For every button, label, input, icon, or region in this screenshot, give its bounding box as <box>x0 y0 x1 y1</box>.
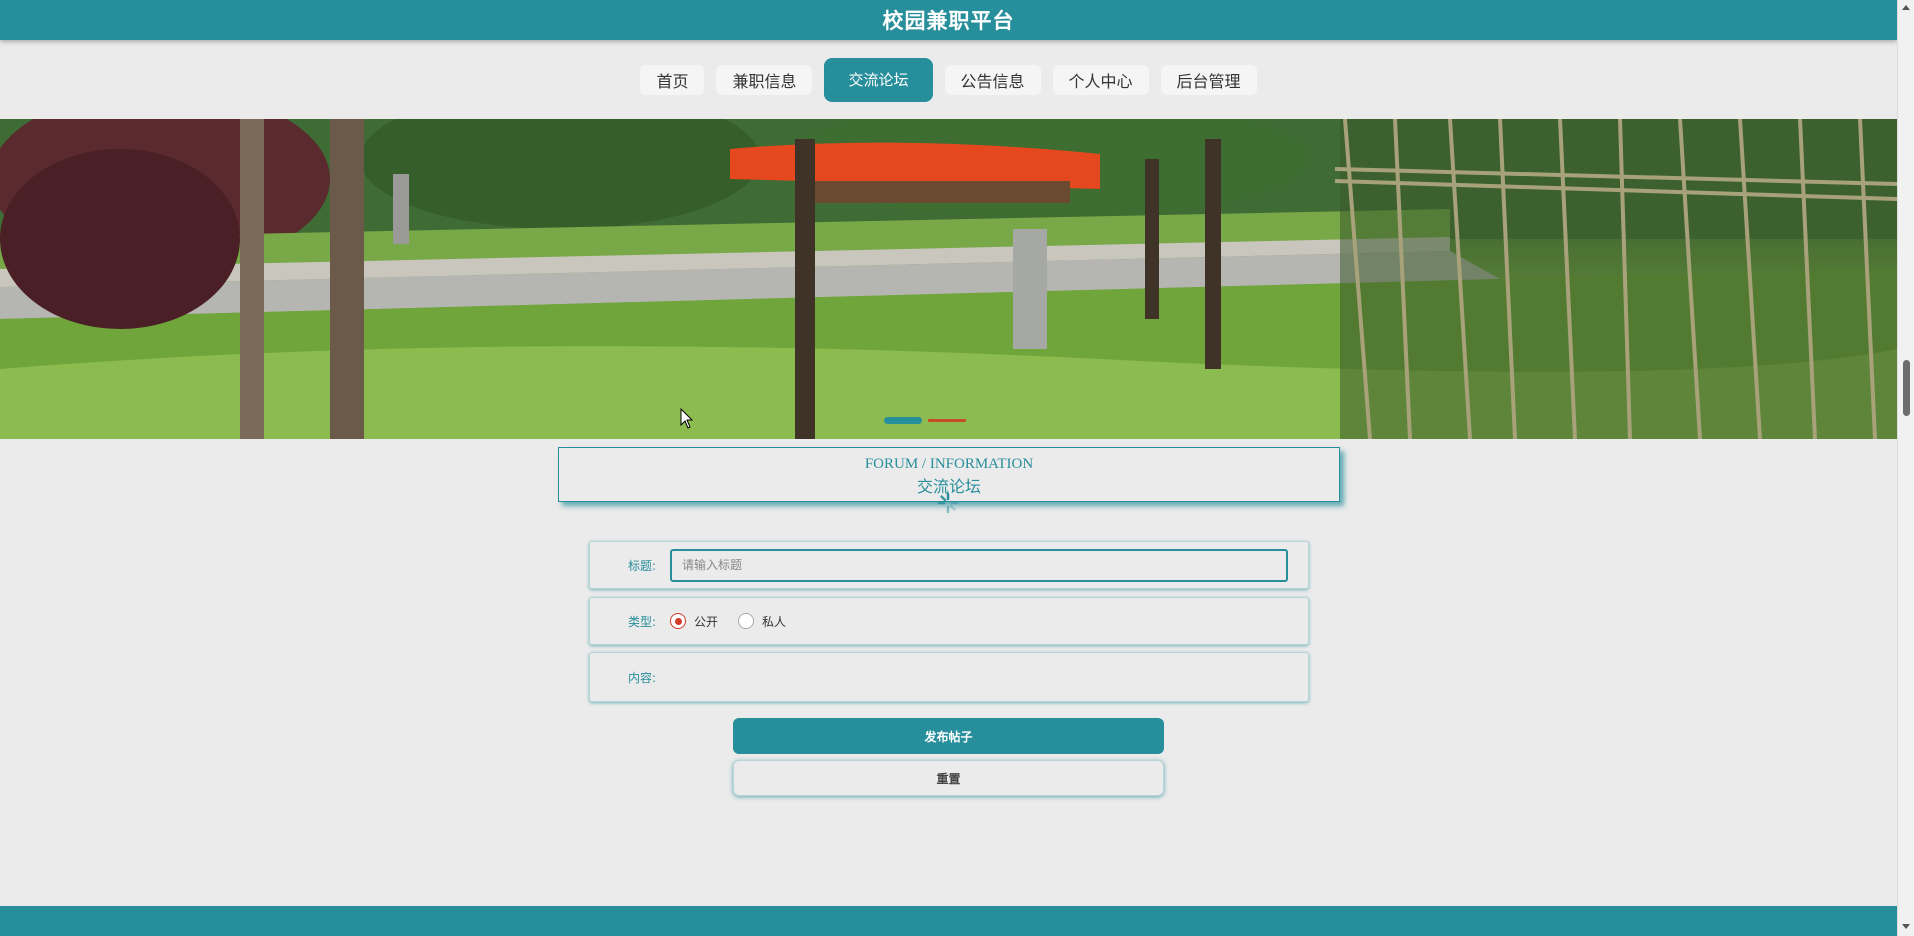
carousel-dot-active[interactable] <box>884 417 922 424</box>
section-title-en: FORUM / INFORMATION <box>864 456 1034 472</box>
type-radio-private[interactable]: 私人 <box>738 613 786 630</box>
top-header-bar: 校园兼职平台 <box>0 0 1897 40</box>
page-scrollbar[interactable] <box>1897 0 1914 936</box>
mouse-cursor-icon <box>680 408 694 429</box>
form-row-content[interactable]: 内容: <box>589 652 1309 702</box>
type-label: 类型: <box>627 614 656 629</box>
nav-item-forum[interactable]: 交流论坛 <box>824 57 933 102</box>
type-radio-public[interactable]: 公开 <box>670 613 718 630</box>
type-radio-group: 公开 私人 <box>670 613 786 630</box>
content-label: 内容: <box>627 670 656 685</box>
scroll-up-arrow-icon[interactable] <box>1902 5 1910 10</box>
scroll-thumb[interactable] <box>1903 360 1910 416</box>
banner-carousel[interactable] <box>0 119 1897 439</box>
form-row-title: 标题: <box>589 541 1309 589</box>
publish-post-button[interactable]: 发布帖子 <box>733 718 1164 754</box>
nav-item-personal-center[interactable]: 个人中心 <box>1052 64 1149 95</box>
title-input[interactable] <box>670 548 1288 582</box>
carousel-dot[interactable] <box>928 419 966 422</box>
type-option-public-label: 公开 <box>694 614 719 629</box>
title-label: 标题: <box>627 558 656 573</box>
type-option-private-label: 私人 <box>762 614 787 629</box>
scroll-down-arrow-icon[interactable] <box>1902 924 1910 929</box>
nav-item-announcements[interactable]: 公告信息 <box>944 64 1041 95</box>
banner-image <box>0 119 1897 439</box>
nav-item-home[interactable]: 首页 <box>640 64 705 95</box>
footer-bar <box>0 906 1897 936</box>
reset-button[interactable]: 重置 <box>733 760 1164 796</box>
loading-spinner-icon <box>937 492 959 514</box>
radio-checked-icon[interactable] <box>670 613 686 629</box>
nav-item-admin[interactable]: 后台管理 <box>1160 64 1257 95</box>
carousel-indicators <box>884 417 966 424</box>
nav-item-jobs[interactable]: 兼职信息 <box>716 64 813 95</box>
form-row-type: 类型: 公开 私人 <box>589 597 1309 645</box>
site-title: 校园兼职平台 <box>882 9 1015 33</box>
main-nav: 首页 兼职信息 交流论坛 公告信息 个人中心 后台管理 <box>0 57 1897 102</box>
radio-unchecked-icon[interactable] <box>738 613 755 629</box>
